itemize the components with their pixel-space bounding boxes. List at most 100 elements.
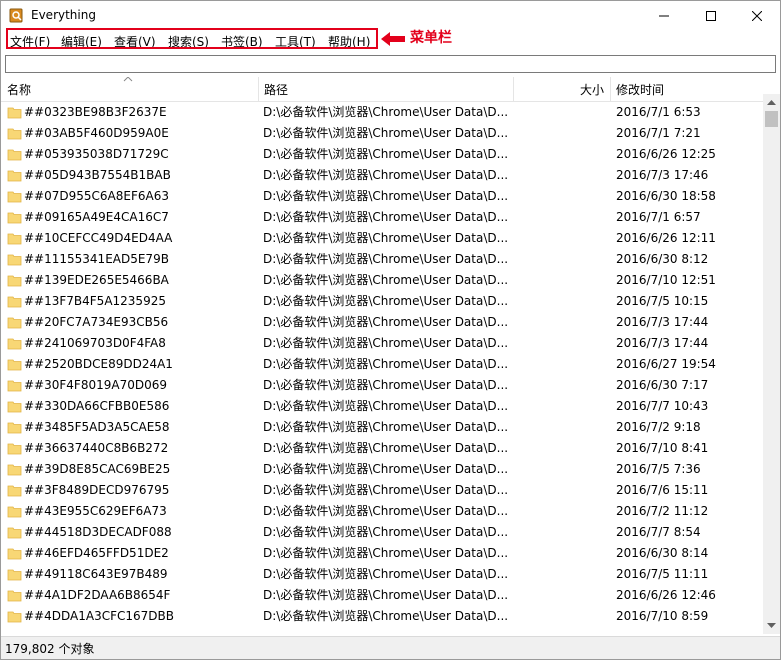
size-cell [514, 333, 606, 354]
table-row[interactable]: ##330DA66CFBB0E586 D:\必备软件\浏览器\Chrome\Use… [1, 396, 761, 417]
table-rows: ##0323BE98B3F2637E D:\必备软件\浏览器\Chrome\Use… [1, 102, 761, 633]
title-bar[interactable]: Everything [1, 1, 780, 31]
path-cell: D:\必备软件\浏览器\Chrome\User Data\D... [263, 273, 509, 287]
size-cell [514, 585, 606, 606]
file-name-cell: ##30F4F8019A70D069 [24, 378, 167, 392]
modified-date-cell: 2016/7/10 8:41 [616, 441, 709, 455]
folder-icon [7, 422, 22, 434]
table-row[interactable]: ##053935038D71729C D:\必备软件\浏览器\Chrome\Use… [1, 144, 761, 165]
path-cell: D:\必备软件\浏览器\Chrome\User Data\D... [263, 315, 509, 329]
table-row[interactable]: ##30F4F8019A70D069 D:\必备软件\浏览器\Chrome\Use… [1, 375, 761, 396]
scroll-up-button[interactable] [763, 94, 780, 111]
modified-date-cell: 2016/7/1 7:21 [616, 126, 701, 140]
folder-icon [7, 485, 22, 497]
table-row[interactable]: ##13F7B4F5A1235925 D:\必备软件\浏览器\Chrome\Use… [1, 291, 761, 312]
table-header: 名称 路径 大小 修改时间 [1, 77, 780, 102]
path-cell: D:\必备软件\浏览器\Chrome\User Data\D... [263, 147, 509, 161]
folder-icon [7, 569, 22, 581]
column-header-name[interactable]: 名称 [1, 77, 257, 101]
file-name-cell: ##43E955C629EF6A73 [24, 504, 167, 518]
table-row[interactable]: ##20FC7A734E93CB56 D:\必备软件\浏览器\Chrome\Use… [1, 312, 761, 333]
path-cell: D:\必备软件\浏览器\Chrome\User Data\D... [263, 336, 509, 350]
folder-icon [7, 107, 22, 119]
size-cell [514, 438, 606, 459]
modified-date-cell: 2016/7/5 7:36 [616, 462, 701, 476]
table-row[interactable]: ##241069703D0F4FA8 D:\必备软件\浏览器\Chrome\Use… [1, 333, 761, 354]
scroll-down-icon [767, 623, 776, 628]
table-row[interactable]: ##46EFD465FFD51DE2 D:\必备软件\浏览器\Chrome\Use… [1, 543, 761, 564]
column-header-path[interactable]: 路径 [258, 77, 513, 101]
path-cell: D:\必备软件\浏览器\Chrome\User Data\D... [263, 399, 509, 413]
path-cell: D:\必备软件\浏览器\Chrome\User Data\D... [263, 294, 509, 308]
file-name-cell: ##03AB5F460D959A0E [24, 126, 169, 140]
table-row[interactable]: ##139EDE265E5466BA D:\必备软件\浏览器\Chrome\Use… [1, 270, 761, 291]
file-name-cell: ##10CEFCC49D4ED4AA [24, 231, 173, 245]
path-cell: D:\必备软件\浏览器\Chrome\User Data\D... [263, 609, 509, 623]
table-row[interactable]: ##05D943B7554B1BAB D:\必备软件\浏览器\Chrome\Use… [1, 165, 761, 186]
vertical-scrollbar[interactable] [763, 94, 780, 634]
path-cell: D:\必备软件\浏览器\Chrome\User Data\D... [263, 567, 509, 581]
modified-date-cell: 2016/7/10 12:51 [616, 273, 716, 287]
size-cell [514, 312, 606, 333]
size-cell [514, 270, 606, 291]
file-name-cell: ##053935038D71729C [24, 147, 169, 161]
file-name-cell: ##20FC7A734E93CB56 [24, 315, 169, 329]
path-cell: D:\必备软件\浏览器\Chrome\User Data\D... [263, 420, 509, 434]
column-header-size[interactable]: 大小 [513, 77, 610, 101]
folder-icon [7, 611, 22, 623]
size-cell [514, 522, 606, 543]
modified-date-cell: 2016/6/30 7:17 [616, 378, 709, 392]
path-cell: D:\必备软件\浏览器\Chrome\User Data\D... [263, 588, 509, 602]
path-cell: D:\必备软件\浏览器\Chrome\User Data\D... [263, 441, 509, 455]
size-cell [514, 480, 606, 501]
maximize-button[interactable] [688, 1, 734, 31]
close-button[interactable] [734, 1, 780, 31]
path-cell: D:\必备软件\浏览器\Chrome\User Data\D... [263, 252, 509, 266]
table-row[interactable]: ##4DDA1A3CFC167DBB D:\必备软件\浏览器\Chrome\Use… [1, 606, 761, 627]
folder-icon [7, 275, 22, 287]
table-row[interactable]: ##2520BDCE89DD24A1 D:\必备软件\浏览器\Chrome\Use… [1, 354, 761, 375]
file-name-cell: ##44518D3DECADF088 [24, 525, 172, 539]
scrollbar-thumb[interactable] [765, 111, 778, 127]
table-row[interactable]: ##03AB5F460D959A0E D:\必备软件\浏览器\Chrome\Use… [1, 123, 761, 144]
column-header-size-label: 大小 [579, 83, 604, 97]
size-cell [514, 501, 606, 522]
table-row[interactable]: ##09165A49E4CA16C7 D:\必备软件\浏览器\Chrome\Use… [1, 207, 761, 228]
table-row[interactable]: ##07D955C6A8EF6A63 D:\必备软件\浏览器\Chrome\Use… [1, 186, 761, 207]
table-row[interactable]: ##3F8489DECD976795 D:\必备软件\浏览器\Chrome\Use… [1, 480, 761, 501]
table-row[interactable]: ##49118C643E97B489 D:\必备软件\浏览器\Chrome\Use… [1, 564, 761, 585]
table-row[interactable]: ##0323BE98B3F2637E D:\必备软件\浏览器\Chrome\Use… [1, 102, 761, 123]
search-input[interactable] [5, 55, 776, 73]
folder-icon [7, 233, 22, 245]
column-header-modified[interactable]: 修改时间 [610, 77, 763, 101]
modified-date-cell: 2016/7/3 17:46 [616, 168, 709, 182]
modified-date-cell: 2016/7/6 15:11 [616, 483, 709, 497]
modified-date-cell: 2016/7/1 6:53 [616, 105, 701, 119]
table-row[interactable]: ##10CEFCC49D4ED4AA D:\必备软件\浏览器\Chrome\Use… [1, 228, 761, 249]
folder-icon [7, 338, 22, 350]
table-row[interactable]: ##3485F5AD3A5CAE58 D:\必备软件\浏览器\Chrome\Use… [1, 417, 761, 438]
table-row[interactable]: ##44518D3DECADF088 D:\必备软件\浏览器\Chrome\Use… [1, 522, 761, 543]
minimize-button[interactable] [641, 1, 687, 31]
scroll-down-button[interactable] [763, 617, 780, 634]
modified-date-cell: 2016/7/1 6:57 [616, 210, 701, 224]
file-name-cell: ##05D943B7554B1BAB [24, 168, 171, 182]
path-cell: D:\必备软件\浏览器\Chrome\User Data\D... [263, 189, 509, 203]
table-row[interactable]: ##11155341EAD5E79B D:\必备软件\浏览器\Chrome\Use… [1, 249, 761, 270]
table-row[interactable]: ##39D8E85CAC69BE25 D:\必备软件\浏览器\Chrome\Use… [1, 459, 761, 480]
table-row[interactable]: ##43E955C629EF6A73 D:\必备软件\浏览器\Chrome\Use… [1, 501, 761, 522]
modified-date-cell: 2016/7/5 10:15 [616, 294, 709, 308]
size-cell [514, 459, 606, 480]
folder-icon [7, 317, 22, 329]
path-cell: D:\必备软件\浏览器\Chrome\User Data\D... [263, 126, 509, 140]
size-cell [514, 207, 606, 228]
table-row[interactable]: ##36637440C8B6B272 D:\必备软件\浏览器\Chrome\Use… [1, 438, 761, 459]
path-cell: D:\必备软件\浏览器\Chrome\User Data\D... [263, 462, 509, 476]
modified-date-cell: 2016/6/26 12:11 [616, 231, 716, 245]
folder-icon [7, 296, 22, 308]
file-name-cell: ##36637440C8B6B272 [24, 441, 169, 455]
file-name-cell: ##4DDA1A3CFC167DBB [24, 609, 174, 623]
path-cell: D:\必备软件\浏览器\Chrome\User Data\D... [263, 525, 509, 539]
path-cell: D:\必备软件\浏览器\Chrome\User Data\D... [263, 105, 509, 119]
table-row[interactable]: ##4A1DF2DAA6B8654F D:\必备软件\浏览器\Chrome\Use… [1, 585, 761, 606]
